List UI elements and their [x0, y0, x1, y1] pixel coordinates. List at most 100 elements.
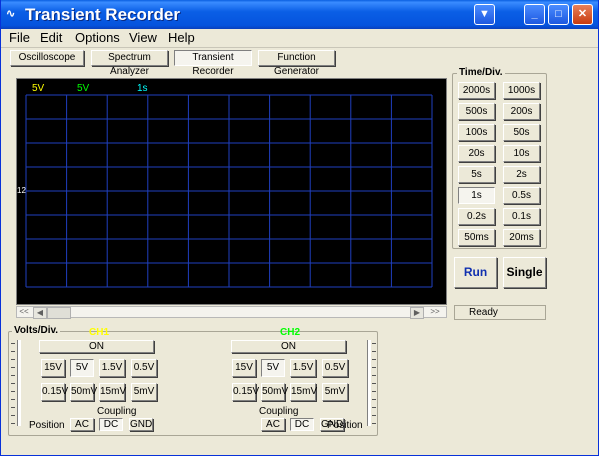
timediv-option-button[interactable]: 50ms [458, 229, 495, 246]
slider-tick [372, 415, 376, 416]
ch1-label: CH1 [89, 327, 110, 338]
slider-tick [11, 383, 15, 384]
slider-tick [372, 351, 376, 352]
ch2-range-button[interactable]: 0.5V [322, 359, 348, 377]
ch2-range-button[interactable]: 5mV [322, 383, 348, 401]
timediv-option-button[interactable]: 1000s [503, 82, 540, 99]
timediv-title: Time/Div. [457, 67, 505, 78]
oscilloscope-icon: ∿ [6, 8, 16, 20]
ch1-range-button[interactable]: 50mV [70, 383, 97, 401]
slider-tick [11, 407, 15, 408]
menu-help[interactable]: Help [168, 30, 195, 45]
timediv-option-button[interactable]: 500s [458, 103, 495, 120]
ch2-label: CH2 [280, 327, 301, 338]
ch1-coupling-dc-button[interactable]: DC [99, 418, 123, 431]
ch1-range-button[interactable]: 0.5V [131, 359, 157, 377]
slider-tick [372, 391, 376, 392]
timediv-option-button[interactable]: 50s [503, 124, 540, 141]
ch2-on-toggle[interactable]: ON [231, 340, 346, 353]
tab-spectrum-analyzer[interactable]: Spectrum Analyzer [91, 50, 168, 77]
slider-tick [372, 343, 376, 344]
slider-tick [11, 367, 15, 368]
slider-tick [372, 367, 376, 368]
slider-tick [372, 399, 376, 400]
status-indicator: Ready [454, 305, 546, 320]
slider-tick [11, 415, 15, 416]
scope-display: 5V 5V 1s 12 [16, 78, 447, 305]
menu-view[interactable]: View [129, 30, 157, 45]
tab-transient-recorder[interactable]: Transient Recorder [174, 50, 252, 77]
slider-tick [11, 351, 15, 352]
timediv-option-button[interactable]: 2s [503, 166, 540, 183]
ch2-position-slider[interactable] [367, 340, 371, 426]
ch2-coupling-ac-button[interactable]: AC [261, 418, 285, 431]
timediv-option-button[interactable]: 1s [458, 187, 495, 204]
slider-tick [372, 407, 376, 408]
scroll-first-icon[interactable]: << [18, 307, 30, 317]
timediv-option-button[interactable]: 0.1s [503, 208, 540, 225]
tab-function-generator[interactable]: Function Generator [258, 50, 335, 77]
ch2-coupling-label: Coupling [259, 406, 299, 417]
menu-dropdown-button[interactable]: ▼ [474, 4, 495, 25]
tab-oscilloscope[interactable]: Oscilloscope [10, 50, 84, 66]
single-button[interactable]: Single [503, 257, 546, 288]
maximize-button[interactable]: □ [548, 4, 569, 25]
ch2-range-button[interactable]: 5V [261, 359, 285, 377]
scroll-thumb[interactable] [47, 307, 71, 319]
ch2-range-button[interactable]: 0.15V [232, 383, 259, 401]
ch1-range-button[interactable]: 15V [41, 359, 65, 377]
menu-bar: File Edit Options View Help [1, 29, 598, 47]
slider-tick [11, 391, 15, 392]
close-button[interactable]: ✕ [572, 4, 593, 25]
ch1-coupling-ac-button[interactable]: AC [70, 418, 94, 431]
ch1-range-button[interactable]: 15mV [99, 383, 126, 401]
timediv-option-button[interactable]: 100s [458, 124, 495, 141]
title-bar: ∿ Transient Recorder ▼ _ □ ✕ [1, 0, 598, 29]
slider-tick [11, 423, 15, 424]
timediv-option-button[interactable]: 0.2s [458, 208, 495, 225]
scroll-last-icon[interactable]: >> [429, 307, 441, 317]
ch2-coupling-dc-button[interactable]: DC [290, 418, 314, 431]
menu-options[interactable]: Options [75, 30, 120, 45]
scope-grid [25, 94, 433, 288]
app-window: ∿ Transient Recorder ▼ _ □ ✕ File Edit O… [0, 0, 599, 456]
ch1-position-label: Position [29, 420, 65, 431]
slider-tick [372, 375, 376, 376]
scroll-left-icon[interactable]: ◀ [33, 307, 47, 319]
ch2-range-button[interactable]: 1.5V [290, 359, 316, 377]
ch1-coupling-label: Coupling [97, 406, 137, 417]
timediv-option-button[interactable]: 2000s [458, 82, 495, 99]
ch1-coupling-gnd-button[interactable]: GND [129, 418, 153, 431]
slider-tick [11, 375, 15, 376]
menu-edit[interactable]: Edit [40, 30, 62, 45]
scroll-right-icon[interactable]: ▶ [410, 307, 424, 319]
slider-tick [11, 399, 15, 400]
minimize-button[interactable]: _ [524, 4, 545, 25]
ch1-range-button[interactable]: 1.5V [99, 359, 125, 377]
slider-tick [11, 359, 15, 360]
ch2-range-button[interactable]: 15V [232, 359, 256, 377]
timediv-option-button[interactable]: 0.5s [503, 187, 540, 204]
window-title: Transient Recorder [25, 5, 180, 24]
ch1-on-toggle[interactable]: ON [39, 340, 154, 353]
scope-scrollbar[interactable]: << ◀ ▶ >> [16, 306, 447, 319]
ch1-position-slider[interactable] [17, 340, 21, 426]
slider-tick [372, 383, 376, 384]
ch1-range-button[interactable]: 5V [70, 359, 94, 377]
timediv-option-button[interactable]: 20ms [503, 229, 540, 246]
volts-div-title: Volts/Div. [12, 325, 61, 336]
ch2-range-button[interactable]: 15mV [290, 383, 317, 401]
ch2-range-button[interactable]: 50mV [261, 383, 288, 401]
ch1-range-button[interactable]: 5mV [131, 383, 157, 401]
ch2-position-label: Position [327, 420, 363, 431]
menu-separator [1, 47, 598, 48]
slider-tick [372, 423, 376, 424]
ch1-range-button[interactable]: 0.15V [41, 383, 68, 401]
menu-file[interactable]: File [9, 30, 30, 45]
timediv-option-button[interactable]: 5s [458, 166, 495, 183]
run-button[interactable]: Run [454, 257, 497, 288]
timediv-option-button[interactable]: 200s [503, 103, 540, 120]
timediv-option-button[interactable]: 20s [458, 145, 495, 162]
slider-tick [372, 359, 376, 360]
timediv-option-button[interactable]: 10s [503, 145, 540, 162]
